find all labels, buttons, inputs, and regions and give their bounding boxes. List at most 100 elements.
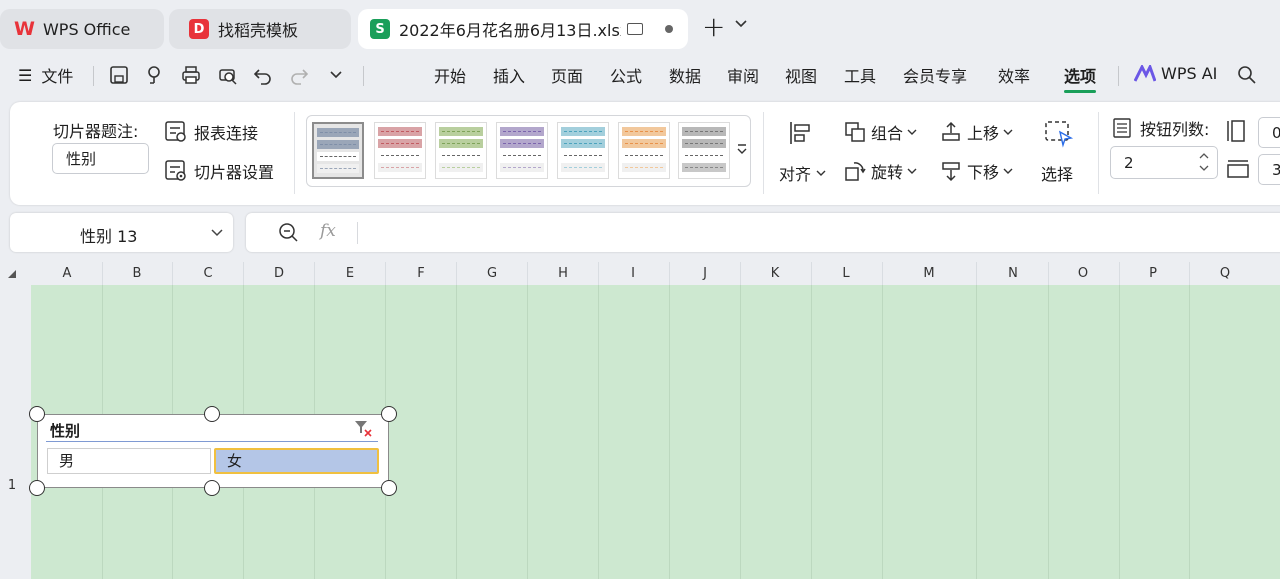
column-header-N[interactable]: N [993, 262, 1033, 285]
report-connect-button[interactable]: 报表连接 [164, 120, 258, 144]
resize-handle-bottom-right[interactable] [381, 480, 397, 496]
spinner-arrows-icon[interactable] [1199, 151, 1209, 173]
column-header-E[interactable]: E [330, 262, 370, 285]
slicer-settings-button[interactable]: 切片器设置 [164, 159, 274, 183]
ribbon-tab-10[interactable]: 选项 [1064, 63, 1097, 93]
chevron-down-icon [211, 229, 223, 237]
resize-handle-bottom-left[interactable] [29, 480, 45, 496]
search-icon[interactable] [1236, 64, 1258, 86]
main-menu-button[interactable]: ☰ 文件 [18, 63, 73, 87]
slicer-style-7[interactable] [678, 122, 730, 179]
file-menu-label: 文件 [41, 67, 74, 86]
ribbon-tab-2[interactable]: 页面 [551, 63, 583, 87]
select-all-corner[interactable] [0, 262, 31, 285]
name-box[interactable]: 性别 13 [10, 213, 233, 252]
redo-icon[interactable] [288, 64, 310, 86]
quick-access-dropdown[interactable] [325, 64, 347, 86]
row-header-1[interactable]: 1 [0, 478, 24, 493]
print-preview-icon[interactable] [216, 64, 238, 86]
ribbon-tab-0[interactable]: 开始 [434, 63, 466, 87]
slicer-item-male[interactable]: 男 [47, 448, 211, 474]
tab-template[interactable]: D 找稻壳模板 [169, 9, 351, 49]
column-header-J[interactable]: J [685, 262, 725, 285]
column-header-O[interactable]: O [1063, 262, 1103, 285]
print-icon[interactable] [180, 64, 202, 86]
slicer-item-label: 女 [227, 452, 243, 470]
move-up-button[interactable]: 上移 [940, 120, 1013, 144]
ribbon-tab-5[interactable]: 审阅 [727, 63, 759, 87]
button-width-value: 3 [1272, 160, 1280, 179]
column-header-D[interactable]: D [259, 262, 299, 285]
corner-triangle-icon [8, 270, 16, 278]
grid-line [740, 285, 741, 579]
column-header-G[interactable]: G [472, 262, 512, 285]
wps-ai-label: WPS AI [1161, 64, 1218, 83]
slicer-style-5[interactable] [557, 122, 609, 179]
move-down-button[interactable]: 下移 [940, 159, 1013, 183]
undo-icon[interactable] [252, 64, 274, 86]
resize-handle-top-right[interactable] [381, 406, 397, 422]
button-columns-spinner[interactable]: 2 [1110, 146, 1218, 179]
save-icon[interactable] [108, 64, 130, 86]
resize-handle-top-center[interactable] [204, 406, 220, 422]
slicer-style-4[interactable] [496, 122, 548, 179]
column-header-M[interactable]: M [909, 262, 949, 285]
chevron-down-icon [816, 170, 826, 176]
tab-wps-office[interactable]: W WPS Office [0, 9, 164, 49]
slicer-caption-input[interactable]: 性别 [52, 143, 149, 174]
ribbon-tab-3[interactable]: 公式 [610, 63, 642, 87]
column-header-L[interactable]: L [826, 262, 866, 285]
tab-spreadsheet[interactable]: S 2022年6月花名册6月13日.xlsx [358, 9, 688, 49]
format-painter-icon[interactable] [144, 64, 166, 86]
select-button[interactable]: 选择 [1038, 120, 1084, 190]
report-connect-label: 报表连接 [194, 124, 259, 143]
unsaved-dot-icon[interactable] [665, 25, 673, 33]
row-header-bar [0, 285, 31, 579]
column-header-K[interactable]: K [755, 262, 795, 285]
formula-bar: fx [246, 213, 1280, 252]
resize-handle-top-left[interactable] [29, 406, 45, 422]
chevron-down-icon [1003, 168, 1013, 174]
clear-filter-icon[interactable] [354, 419, 372, 437]
ribbon-tab-7[interactable]: 工具 [844, 63, 876, 87]
tab-label: WPS Office [42, 19, 131, 39]
group-label: 组合 [871, 124, 904, 143]
column-header-F[interactable]: F [401, 262, 441, 285]
new-tab-button[interactable]: + [702, 10, 725, 43]
wps-ai-button[interactable]: WPS AI [1134, 64, 1217, 83]
tab-list-dropdown[interactable] [735, 18, 747, 34]
ribbon-tab-9[interactable]: 效率 [998, 63, 1030, 87]
column-header-P[interactable]: P [1133, 262, 1173, 285]
ribbon-tab-4[interactable]: 数据 [669, 63, 701, 87]
slicer-style-1[interactable] [312, 122, 364, 179]
resize-handle-bottom-center[interactable] [204, 480, 220, 496]
ribbon-tab-1[interactable]: 插入 [493, 63, 525, 87]
zoom-formula-icon[interactable] [278, 222, 300, 244]
rotate-button[interactable]: 旋转 [844, 159, 917, 183]
separator [763, 112, 764, 194]
slicer-style-6[interactable] [618, 122, 670, 179]
column-header-Q[interactable]: Q [1205, 262, 1245, 285]
column-header-C[interactable]: C [188, 262, 228, 285]
column-header-A[interactable]: A [47, 262, 87, 285]
tab-label: 找稻壳模板 [218, 21, 299, 40]
slicer-item-female[interactable]: 女 [214, 448, 379, 474]
ribbon-tab-8[interactable]: 会员专享 [903, 63, 967, 87]
select-pane-icon [1045, 121, 1074, 148]
group-button[interactable]: 组合 [844, 120, 917, 144]
rotate-icon [845, 162, 866, 181]
slicer-style-2[interactable] [374, 122, 426, 179]
button-width-input[interactable]: 3 [1258, 154, 1280, 185]
slicer-style-3[interactable] [435, 122, 487, 179]
column-header-I[interactable]: I [613, 262, 653, 285]
insert-function-icon[interactable]: fx [320, 221, 336, 241]
column-header-B[interactable]: B [117, 262, 157, 285]
separator [1098, 112, 1099, 194]
monitor-icon[interactable] [627, 23, 643, 35]
align-button[interactable]: 对齐 [778, 120, 828, 190]
button-height-input[interactable]: 0 [1258, 117, 1280, 148]
align-label: 对齐 [779, 165, 812, 184]
ribbon-tab-6[interactable]: 视图 [785, 63, 817, 87]
gallery-expand-button[interactable] [736, 143, 748, 157]
column-header-H[interactable]: H [543, 262, 583, 285]
